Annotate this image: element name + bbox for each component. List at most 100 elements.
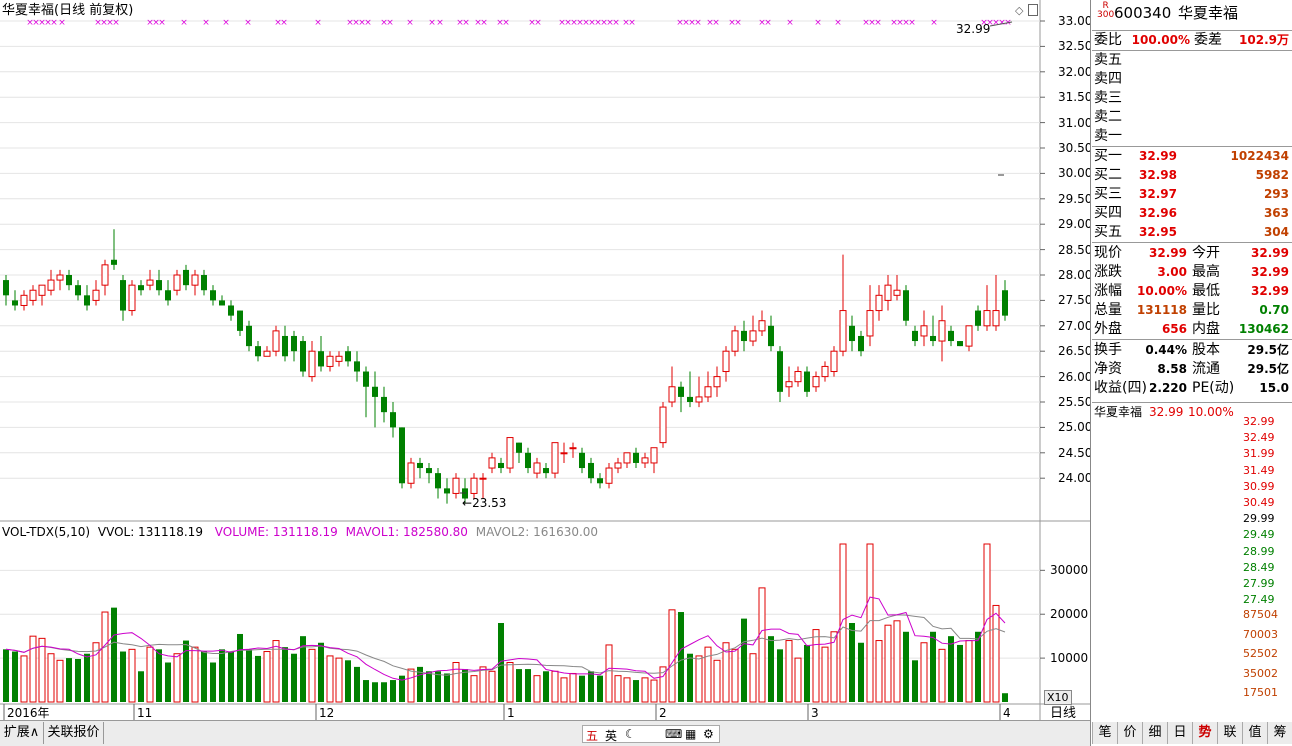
grid-icon[interactable]: ▦ [685,727,696,741]
row-value-2: 130462 [1238,322,1289,336]
volume-tick-label: 20000 [1050,607,1089,622]
side-tab[interactable]: 笔 [1092,722,1117,744]
volume-bar [569,672,577,703]
volume-bar [983,543,991,703]
volume-bar [506,662,514,703]
ime-english-icon[interactable]: 英 [605,727,617,744]
volume-bar [695,655,703,703]
marker-cross: × [436,18,444,28]
side-tab[interactable]: 势 [1192,722,1217,744]
price-tick-label: 32.00 [1058,64,1093,79]
price-tick-label: 29.50 [1058,191,1093,206]
candle-body [255,346,261,357]
candle-body [435,473,441,489]
price-tick-label: 27.00 [1058,318,1093,333]
candle-body [101,264,109,286]
candle-body [785,381,793,388]
candle-body [426,468,432,474]
candle-body [641,457,649,464]
keyboard-icon[interactable]: ⌨ [665,727,682,741]
candle-body [173,274,181,291]
row-value: 8.58 [1157,362,1187,376]
price-tick-label: 32.50 [1058,39,1093,54]
row-label-2: 量比 [1192,302,1220,318]
volume-bar [1002,693,1008,702]
row-value-2: 32.99 [1251,246,1289,260]
candle-body [543,468,549,474]
volume-multiplier[interactable]: X10 [1044,690,1072,705]
marker-cross: × [480,18,488,28]
candle-body [300,341,306,372]
stat-row: 现价 32.99 今开 32.99 [1092,244,1292,263]
vvol-value: VVOL: 131118.19 [97,525,203,539]
volume-bar [101,611,109,703]
sell-row: 卖二 [1092,108,1292,127]
volume-bar [525,669,531,702]
candle-body [804,371,810,392]
weibi-value: 100.00% [1131,33,1190,47]
candle-body [272,330,280,352]
marker-cross: × [834,18,842,28]
candle-body [866,310,874,337]
marker-cross: × [280,18,288,28]
divider [1092,242,1292,243]
ime-mode-icon[interactable]: 五 [586,727,598,744]
diamond-icon[interactable]: ◇ [1015,4,1023,17]
volume-bar [201,651,207,702]
mini-price-tick: 32.99 [1243,415,1275,428]
volume-tick-label: 30000 [1050,563,1089,578]
candle-body [417,462,423,469]
side-tab[interactable]: 细 [1142,722,1167,744]
volume-bar [875,640,883,703]
period-label[interactable]: 日线 [1050,707,1076,720]
fundamental-row: 收益(四) 2.220 PE(动) 15.0 [1092,379,1292,398]
moon-icon[interactable]: ☾ [625,727,636,741]
price-tick-label: 25.00 [1058,420,1093,435]
side-tab[interactable]: 价 [1117,722,1142,744]
volume-bar [20,655,28,703]
marker-cross: × [58,18,66,28]
mini-price-tick: 30.99 [1243,479,1275,493]
date-tick-label: 1 [507,706,515,720]
candle-body [884,284,892,301]
restore-icon[interactable] [1028,4,1038,16]
volume-bar [858,642,864,702]
candle-body [66,275,72,286]
row-label-2: 流通 [1192,361,1220,377]
candle-body [569,447,577,450]
side-tab[interactable]: 联 [1217,722,1242,744]
candle-body [354,361,360,372]
candle-body [488,457,496,469]
candle-body [912,330,918,342]
sell-row: 卖四 [1092,70,1292,89]
candle-body [399,427,405,484]
stat-row: 涨跌 3.00 最高 32.99 [1092,263,1292,282]
side-tab[interactable]: 筹 [1267,722,1292,744]
candle-body [390,412,396,428]
mavol2-line [5,614,1006,676]
chart-title: 华夏幸福(日线 前复权) [2,3,134,18]
row-label: 买五 [1094,224,1122,240]
hs300-badge: R 300 [1097,1,1115,20]
candle-body [479,477,487,480]
marker-cross: × [786,18,794,28]
volume-bar [794,657,802,703]
side-tab[interactable]: 日 [1167,722,1192,744]
price-tick-label: 31.00 [1058,115,1093,130]
settings-icon[interactable]: ⚙ [703,727,714,741]
candle-body [191,274,199,286]
volume-bar [920,642,928,703]
candle-body [830,350,838,373]
volume-bar [237,633,243,702]
volume-bar [426,671,432,702]
volume-bar [650,679,658,703]
candle-body [506,437,514,469]
expand-tab[interactable]: 扩展∧ [0,722,44,744]
last-price-marker: 32.99 [956,22,991,36]
candle-body [938,320,946,342]
side-tab[interactable]: 值 [1242,722,1267,744]
related-quote-tab[interactable]: 关联报价 [44,722,104,744]
price-tick-label: 24.50 [1058,445,1093,460]
bid-price: 32.97 [1139,187,1177,201]
price-tick-label: 25.50 [1058,395,1093,409]
